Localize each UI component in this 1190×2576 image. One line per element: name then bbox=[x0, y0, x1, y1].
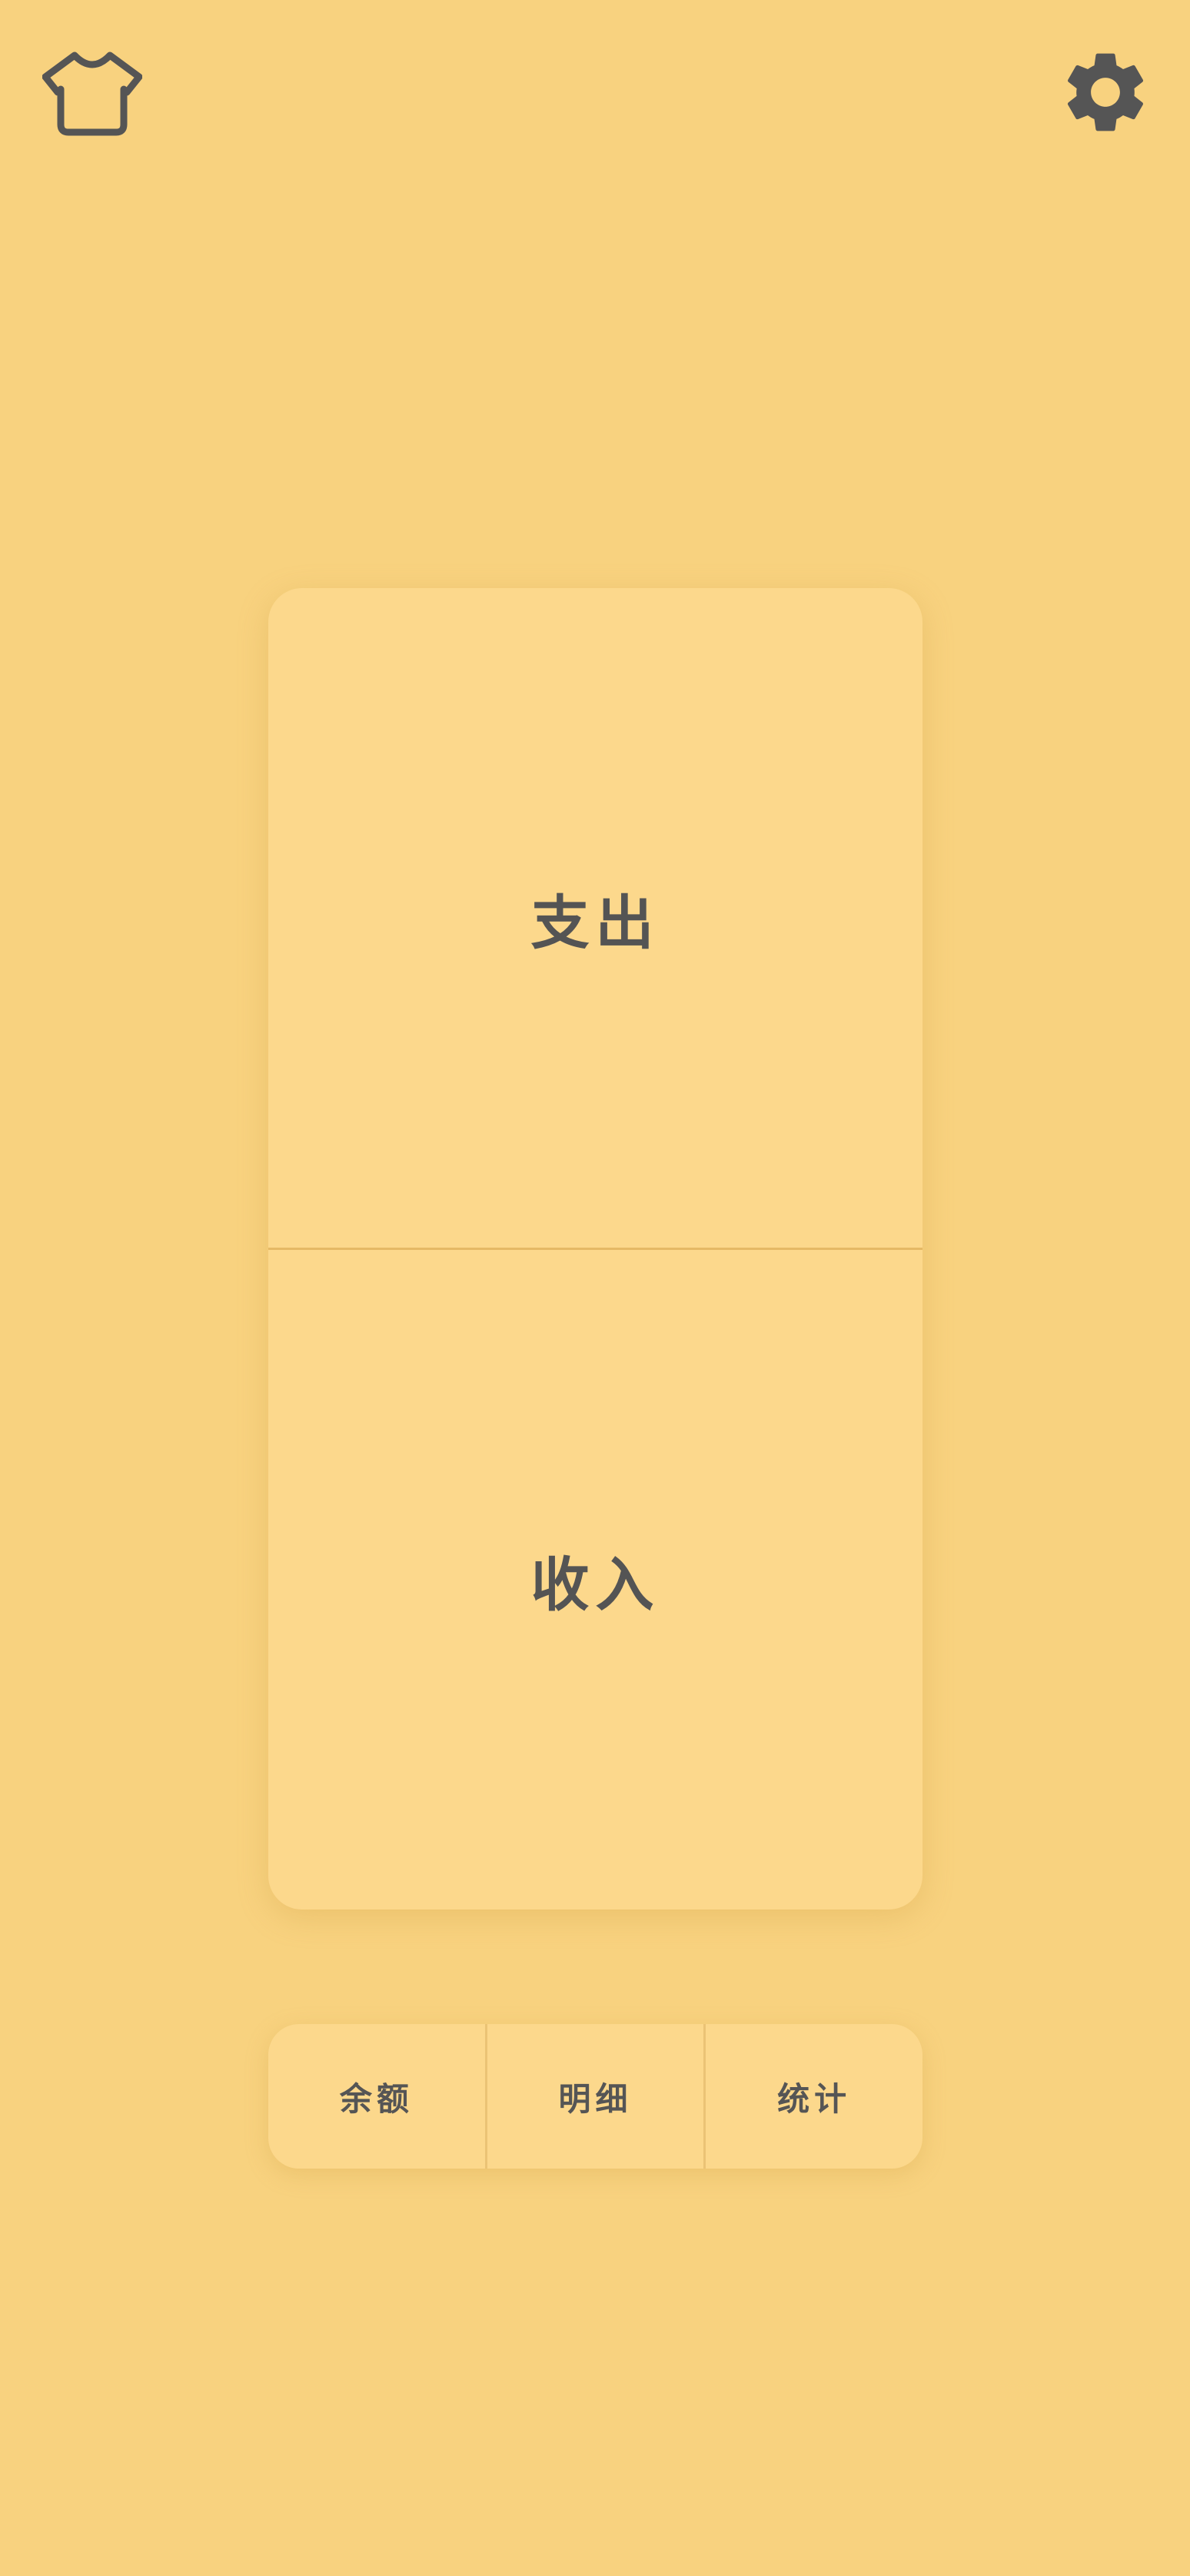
gear-icon bbox=[1057, 44, 1154, 141]
income-label: 收入 bbox=[530, 1551, 660, 1619]
expense-button[interactable]: 支出 bbox=[268, 588, 922, 1248]
nav-stats-button[interactable]: 统计 bbox=[706, 2024, 922, 2169]
theme-button[interactable] bbox=[38, 38, 146, 146]
bottom-nav: 余额 明细 统计 bbox=[268, 2024, 922, 2169]
nav-stats-label: 统计 bbox=[777, 2079, 852, 2118]
nav-details-button[interactable]: 明细 bbox=[487, 2024, 704, 2169]
settings-button[interactable] bbox=[1052, 38, 1159, 146]
nav-balance-button[interactable]: 余额 bbox=[268, 2024, 485, 2169]
tshirt-icon bbox=[42, 48, 142, 137]
expense-label: 支出 bbox=[530, 889, 660, 957]
nav-details-label: 明细 bbox=[558, 2079, 633, 2118]
nav-balance-label: 余额 bbox=[339, 2079, 414, 2118]
income-button[interactable]: 收入 bbox=[268, 1250, 922, 1910]
entry-card: 支出 收入 bbox=[268, 588, 922, 1910]
